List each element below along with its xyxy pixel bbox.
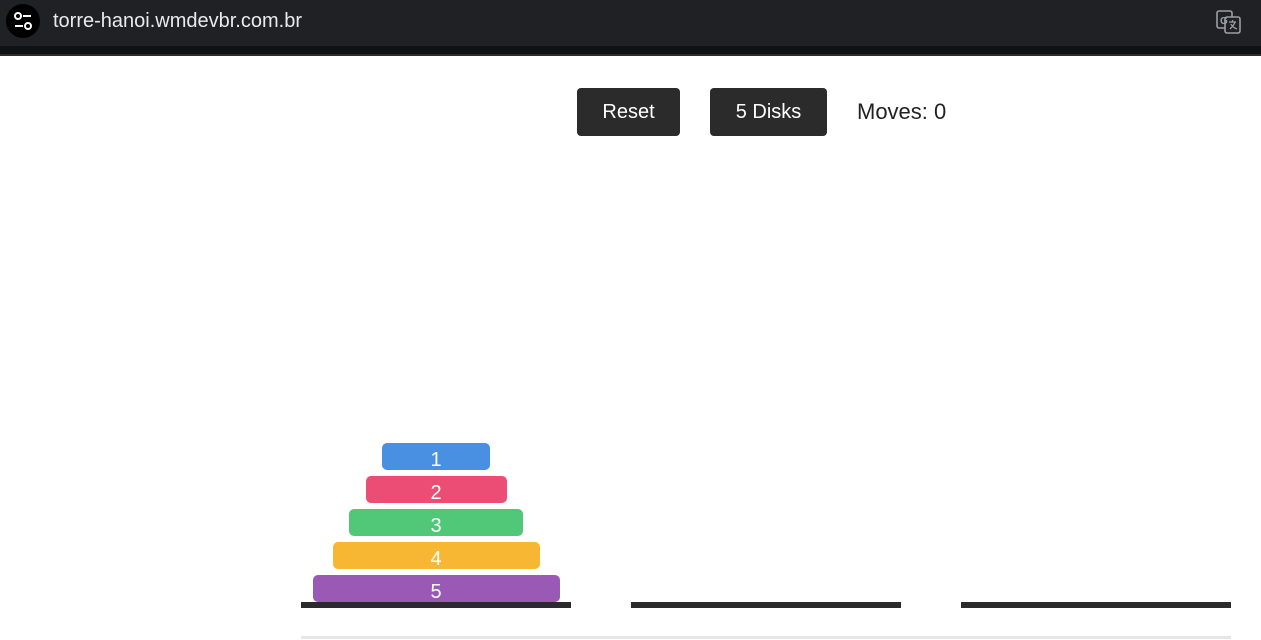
translate-icon: G: [1216, 10, 1241, 34]
disk-3[interactable]: 3: [349, 509, 523, 536]
moves-counter: Moves: 0: [857, 99, 947, 124]
translate-button[interactable]: G: [1215, 8, 1243, 36]
tower-base: [961, 602, 1231, 608]
tower-base: [631, 602, 901, 608]
tune-icon: [14, 12, 32, 30]
disk-count-button[interactable]: 5 Disks: [710, 88, 827, 136]
disk-5[interactable]: 5: [312, 575, 560, 602]
reset-button[interactable]: Reset: [577, 88, 680, 136]
svg-text:G: G: [1220, 16, 1228, 27]
browser-address-bar: torre-hanoi.wmdevbr.com.br G: [0, 0, 1261, 46]
disk-1[interactable]: 1: [382, 443, 490, 470]
tower-base: [301, 602, 571, 608]
disk-2[interactable]: 2: [365, 476, 507, 503]
tower-3[interactable]: [961, 400, 1231, 608]
site-info-button[interactable]: [6, 4, 40, 38]
url-text[interactable]: torre-hanoi.wmdevbr.com.br: [53, 9, 302, 33]
floor-divider: [301, 636, 1231, 639]
tower-1[interactable]: 1 2 3 4 5: [301, 400, 571, 608]
toolbar-divider: [0, 46, 1261, 56]
disk-4[interactable]: 4: [332, 542, 540, 569]
tower-2[interactable]: [631, 400, 901, 608]
